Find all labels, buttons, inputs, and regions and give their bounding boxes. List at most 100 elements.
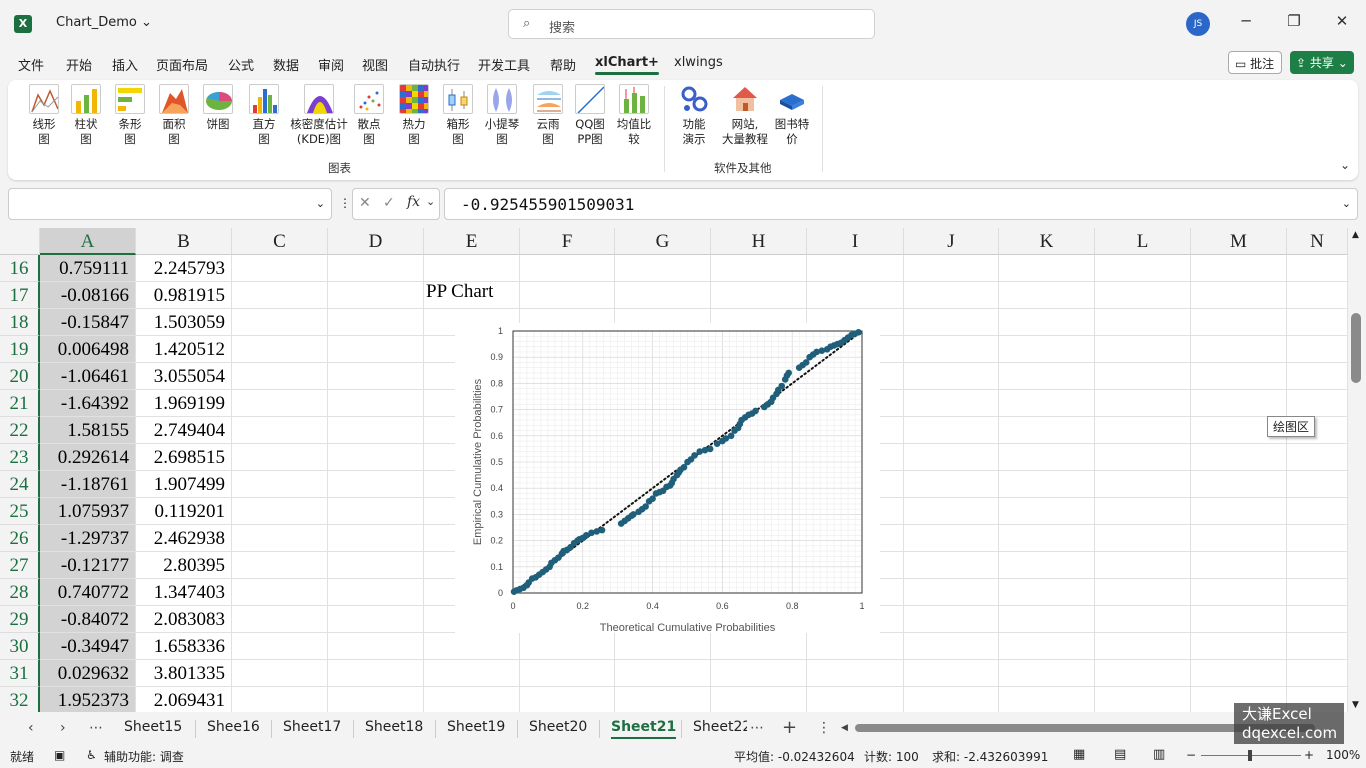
ribbon-button-mean-compare[interactable]: 均值比 较 [616,84,652,147]
select-all-corner[interactable] [0,228,40,255]
menu-item-10[interactable]: 帮助 [550,55,576,74]
row-header[interactable]: 17 [0,282,40,309]
cell-mode-icon[interactable]: ▣ [54,748,65,762]
cell-a[interactable]: -0.12177 [40,552,136,579]
cell-b[interactable]: 1.658336 [136,633,232,660]
menu-item-4[interactable]: 公式 [228,55,254,74]
add-sheet-icon[interactable]: + [782,717,797,738]
cell-a[interactable]: -1.64392 [40,390,136,417]
zoom-out-icon[interactable]: − [1186,748,1196,762]
cell-b[interactable]: 2.245793 [136,255,232,282]
sheet-tab[interactable]: Sheet15 [124,719,182,735]
row-header[interactable]: 29 [0,606,40,633]
column-header[interactable]: D [328,228,424,255]
column-header[interactable]: B [136,228,232,255]
minimize-icon[interactable]: ─ [1234,12,1258,30]
row-header[interactable]: 24 [0,471,40,498]
accessibility-status[interactable]: 辅助功能: 调查 [104,748,184,765]
cell-a[interactable]: 0.292614 [40,444,136,471]
cell-b[interactable]: 1.420512 [136,336,232,363]
column-header[interactable]: J [904,228,999,255]
vertical-scroll-thumb[interactable] [1351,313,1361,383]
formula-input[interactable]: -0.925455901509031 ⌄ [444,188,1358,220]
ribbon-button-house[interactable]: 网站, 大量教程 [718,84,772,147]
ribbon-button-qq-pp-plot[interactable]: QQ图 PP图 [572,84,608,147]
cell-a[interactable]: 0.740772 [40,579,136,606]
status-average[interactable]: 平均值: -0.02432604 [734,748,855,765]
enter-icon[interactable]: ✓ [383,195,395,211]
cell-b[interactable]: 2.80395 [136,552,232,579]
cell-a[interactable]: -1.18761 [40,471,136,498]
scroll-up-icon[interactable]: ▲ [1352,230,1359,240]
column-header[interactable]: I [807,228,904,255]
sheet-tab[interactable]: Sheet22 [693,719,747,735]
zoom-in-icon[interactable]: + [1304,748,1314,762]
share-button[interactable]: ⇪ 共享 ⌄ [1290,51,1354,74]
name-box[interactable]: ⌄ [8,188,332,220]
prev-sheet-icon[interactable]: ‹ [28,720,34,736]
menu-item-3[interactable]: 页面布局 [156,55,208,74]
ribbon-button-scatter-chart[interactable]: 散点 图 [351,84,387,147]
column-header[interactable]: F [520,228,615,255]
cell-b[interactable]: 1.347403 [136,579,232,606]
row-header[interactable]: 19 [0,336,40,363]
cell-a[interactable]: 0.759111 [40,255,136,282]
document-title[interactable]: Chart_Demo ⌄ [56,15,152,30]
column-header[interactable]: L [1095,228,1191,255]
row-header[interactable]: 28 [0,579,40,606]
row-header[interactable]: 23 [0,444,40,471]
ribbon-button-pie-chart[interactable]: 饼图 [200,84,236,132]
column-header[interactable]: A [40,228,136,255]
cell-a[interactable]: -0.34947 [40,633,136,660]
ribbon-button-box-plot[interactable]: 箱形 图 [440,84,476,147]
sheet-tab[interactable]: Sheet19 [447,719,505,735]
sheet-tab[interactable]: Sheet21 [611,719,677,739]
more-sheets-icon[interactable]: ⋯ [750,720,764,736]
cancel-icon[interactable]: ✕ [359,195,371,211]
row-header[interactable]: 32 [0,687,40,712]
cell-b[interactable]: 2.083083 [136,606,232,633]
pp-chart[interactable]: 0 0.2 0.4 0.6 0.8 1 0 0.1 0.2 0.3 0.4 0.5 0.6 0.7 0.8 0… [455,323,880,634]
column-header[interactable]: M [1191,228,1287,255]
row-header[interactable]: 18 [0,309,40,336]
more-options-icon[interactable]: ⋮ [339,196,351,210]
more-options-icon[interactable]: ⋮ [817,720,831,736]
menu-item-6[interactable]: 审阅 [318,55,344,74]
ribbon-button-raincloud-plot[interactable]: 云雨 图 [530,84,566,147]
status-count[interactable]: 计数: 100 [864,748,919,765]
column-header[interactable]: H [711,228,807,255]
sheet-tab[interactable]: Sheet17 [283,719,341,735]
column-header[interactable]: K [999,228,1095,255]
ribbon-button-line-chart[interactable]: 线形 图 [26,84,62,147]
cell-b[interactable]: 2.069431 [136,687,232,712]
row-header[interactable]: 16 [0,255,40,282]
column-header[interactable]: E [424,228,520,255]
cell-b[interactable]: 3.801335 [136,660,232,687]
insert-function-button[interactable]: fx [407,194,420,210]
menu-item-9[interactable]: 开发工具 [478,55,530,74]
close-icon[interactable]: ✕ [1330,12,1354,30]
cell-a[interactable]: 1.58155 [40,417,136,444]
ribbon-button-area-chart[interactable]: 面积 图 [156,84,192,147]
search-input[interactable]: ⌕ 搜索 [508,9,875,39]
ribbon-collapse-icon[interactable]: ⌄ [1340,158,1350,172]
ribbon-button-book[interactable]: 图书特 价 [774,84,810,147]
cell-b[interactable]: 1.907499 [136,471,232,498]
restore-icon[interactable]: ❐ [1282,12,1306,30]
chart-title[interactable]: PP Chart [426,281,493,303]
menu-item-0[interactable]: 文件 [18,55,44,74]
row-header[interactable]: 21 [0,390,40,417]
cell-a[interactable]: -0.08166 [40,282,136,309]
cell-a[interactable]: -0.15847 [40,309,136,336]
column-header[interactable]: N [1287,228,1348,255]
row-header[interactable]: 31 [0,660,40,687]
cell-b[interactable]: 2.749404 [136,417,232,444]
ribbon-button-heatmap[interactable]: 热力 图 [396,84,432,147]
ribbon-button-violin-plot[interactable]: 小提琴 图 [484,84,520,147]
zoom-level[interactable]: 100% [1326,748,1360,762]
menu-item-7[interactable]: 视图 [362,55,388,74]
page-break-icon[interactable]: ▥ [1153,747,1165,762]
row-header[interactable]: 30 [0,633,40,660]
menu-item-12[interactable]: xlwings [674,55,723,70]
menu-item-1[interactable]: 开始 [66,55,92,74]
